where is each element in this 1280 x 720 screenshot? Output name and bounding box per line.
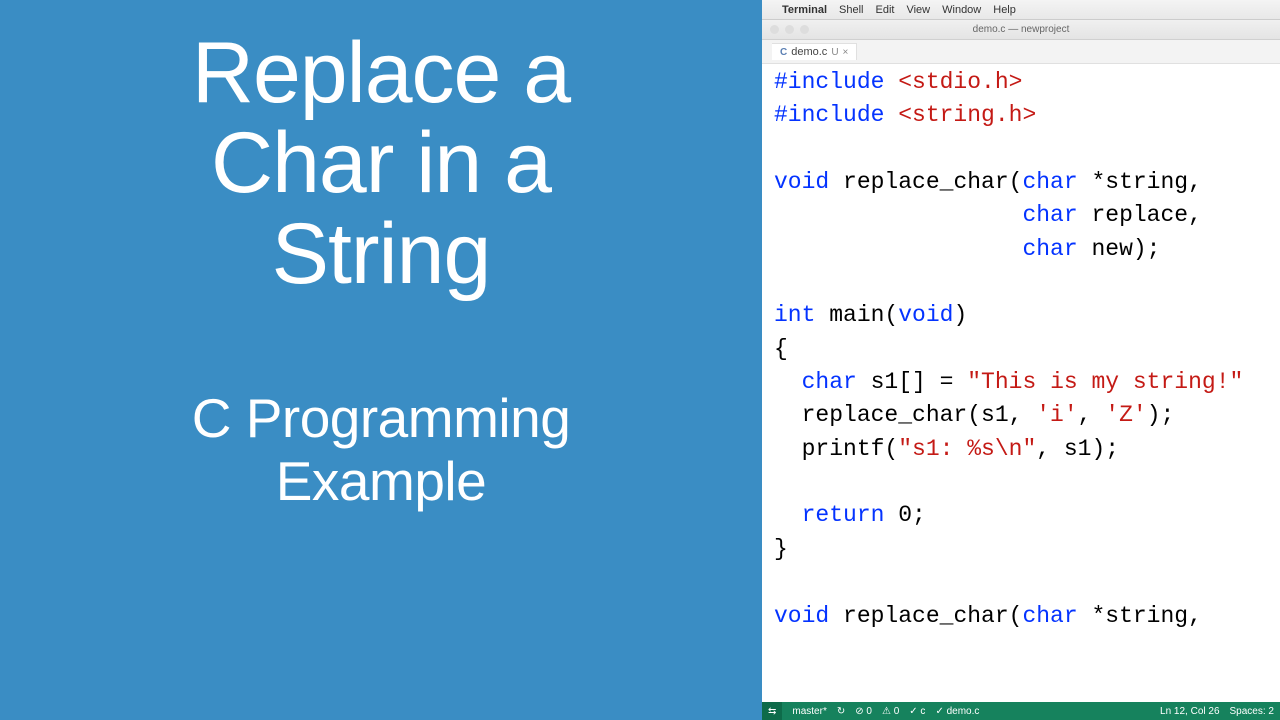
window-title: demo.c — newproject: [973, 24, 1070, 35]
tab-demo-c[interactable]: C demo.c U ×: [772, 43, 857, 60]
code-token: #include: [774, 102, 884, 128]
code-token: char: [1022, 169, 1077, 195]
code-token: main(: [815, 302, 898, 328]
mac-menubar: Terminal Shell Edit View Window Help: [762, 0, 1280, 20]
sync-icon[interactable]: ↻: [837, 706, 845, 717]
status-lang-c[interactable]: ✓ c: [909, 706, 925, 717]
warnings-count[interactable]: ⚠ 0: [882, 706, 899, 717]
cursor-position[interactable]: Ln 12, Col 26: [1160, 706, 1220, 717]
code-token: void: [774, 603, 829, 629]
promo-panel: Replace a Char in a String C Programming…: [0, 0, 762, 720]
code-token: <string.h>: [884, 102, 1036, 128]
remote-indicator-icon[interactable]: ⇆: [762, 702, 782, 720]
code-token: *string,: [1078, 169, 1202, 195]
status-file[interactable]: ✓ demo.c: [935, 706, 979, 717]
code-token: #include: [774, 69, 884, 95]
code-token: ): [953, 302, 967, 328]
window-titlebar: demo.c — newproject: [762, 20, 1280, 40]
code-token: replace,: [1078, 202, 1202, 228]
traffic-lights: [770, 25, 809, 34]
close-tab-icon[interactable]: ×: [843, 47, 849, 58]
indent-setting[interactable]: Spaces: 2: [1230, 706, 1274, 717]
tab-filename: demo.c: [791, 46, 827, 58]
status-bar: ⇆ master* ↻ ⊘ 0 ⚠ 0 ✓ c ✓ demo.c Ln 12, …: [762, 702, 1280, 720]
menubar-window[interactable]: Window: [942, 4, 981, 16]
git-branch[interactable]: master*: [792, 706, 826, 717]
code-token: printf(: [774, 436, 898, 462]
file-lang-icon: C: [780, 47, 787, 58]
code-token: int: [774, 302, 815, 328]
code-token: , s1);: [1036, 436, 1119, 462]
code-token: 0;: [884, 502, 925, 528]
code-token: char: [1022, 603, 1077, 629]
menubar-shell[interactable]: Shell: [839, 4, 863, 16]
code-token: char: [802, 369, 857, 395]
code-token: {: [774, 336, 788, 362]
code-token: }: [774, 536, 788, 562]
code-token: void: [774, 169, 829, 195]
editor-window: Terminal Shell Edit View Window Help dem…: [762, 0, 1280, 720]
code-token: <stdio.h>: [884, 69, 1022, 95]
code-token: "This is my string!": [967, 369, 1243, 395]
menubar-edit[interactable]: Edit: [876, 4, 895, 16]
code-token: [774, 502, 802, 528]
code-token: [774, 369, 802, 395]
code-token: 'i': [1036, 402, 1077, 428]
code-token: replace_char(: [829, 169, 1022, 195]
code-token: "s1: %s\n": [898, 436, 1036, 462]
code-token: char: [1022, 202, 1077, 228]
code-token: void: [898, 302, 953, 328]
minimize-window-icon[interactable]: [785, 25, 794, 34]
promo-title: Replace a Char in a String: [192, 28, 570, 299]
code-token: *string,: [1078, 603, 1202, 629]
menubar-view[interactable]: View: [906, 4, 930, 16]
code-editor[interactable]: #include <stdio.h> #include <string.h> v…: [762, 64, 1280, 720]
code-token: s1[] =: [857, 369, 967, 395]
code-token: char: [1022, 236, 1077, 262]
code-token: ,: [1078, 402, 1106, 428]
code-token: new);: [1078, 236, 1161, 262]
menubar-help[interactable]: Help: [993, 4, 1016, 16]
code-token: );: [1147, 402, 1175, 428]
menubar-app[interactable]: Terminal: [782, 4, 827, 16]
tab-bar: C demo.c U ×: [762, 40, 1280, 64]
errors-count[interactable]: ⊘ 0: [855, 706, 872, 717]
code-token: replace_char(: [829, 603, 1022, 629]
close-window-icon[interactable]: [770, 25, 779, 34]
promo-subtitle: C Programming Example: [192, 387, 571, 514]
code-token: 'Z': [1105, 402, 1146, 428]
vcs-status: U: [831, 47, 838, 58]
code-token: return: [802, 502, 885, 528]
code-token: replace_char(s1,: [774, 402, 1036, 428]
zoom-window-icon[interactable]: [800, 25, 809, 34]
